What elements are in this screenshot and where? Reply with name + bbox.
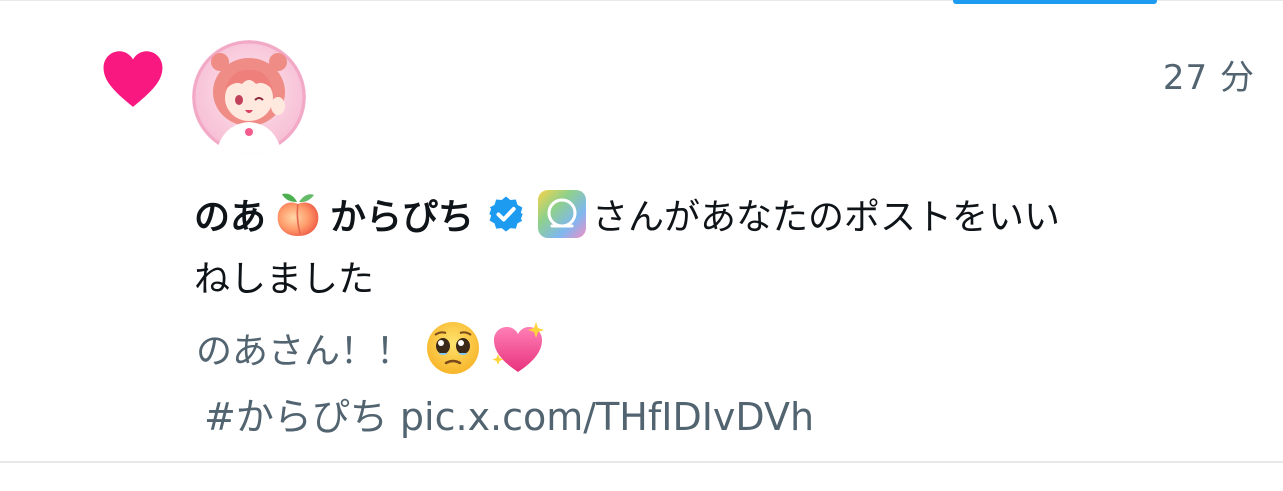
verified-badge-icon [489,196,523,232]
user-name-part-2[interactable]: からぴち [330,188,474,240]
post-preview-text: のあさん！！ [196,318,548,378]
pleading-face-emoji [427,322,480,374]
tab-indicator [953,0,1157,4]
notification-text-line-1: のあ からぴち さんがあなたのポストをいい [194,186,1060,242]
notification-time: 27 分 [1162,58,1255,98]
user-avatar[interactable] [192,40,306,154]
peach-emoji [277,193,319,236]
user-name-part-1[interactable]: のあ [194,188,266,240]
bottom-divider [0,461,1283,463]
sparkling-heart-emoji [492,322,545,372]
post-hashtag-and-link[interactable]: #からぴち pic.x.com/THfIDIvDVh [204,386,814,441]
heart-icon [103,51,163,107]
action-text-line-2: ねしました [194,259,375,300]
post-text: のあさん！！ [196,331,413,372]
app-icon [538,190,587,238]
action-text-line-1: さんがあなたのポストをいい [592,197,1061,238]
